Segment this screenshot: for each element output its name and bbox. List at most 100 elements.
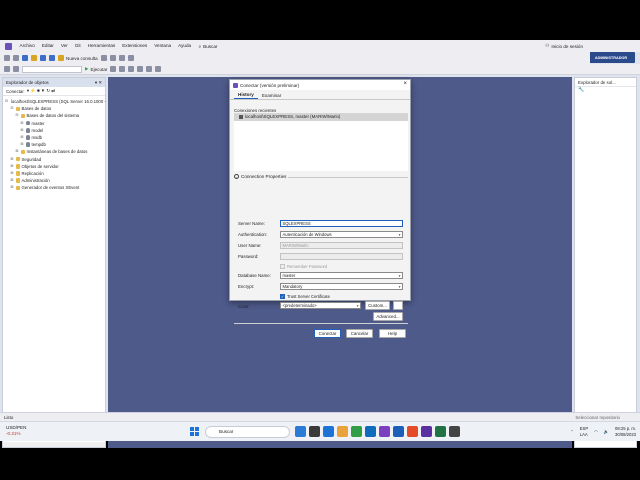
tab-examinar[interactable]: Examinar xyxy=(258,93,285,100)
stop-icon[interactable] xyxy=(110,66,117,72)
tree-node[interactable]: ⊟ Bases de datos del sistema xyxy=(3,112,105,119)
expand-icon[interactable]: ⊞ xyxy=(10,170,14,177)
taskbar-app-icon[interactable] xyxy=(323,426,334,437)
connect-icon[interactable] xyxy=(4,66,10,72)
windows-start-icon[interactable] xyxy=(190,427,199,436)
connection-properties-toggle[interactable]: ⌄ Connection Properties xyxy=(234,174,286,179)
menu-ayuda[interactable]: Ayuda xyxy=(175,40,195,52)
expand-icon[interactable]: ⊞ xyxy=(15,148,19,155)
save-icon[interactable] xyxy=(40,55,46,61)
indent-icon[interactable] xyxy=(155,66,162,72)
taskbar-app-icon[interactable] xyxy=(309,426,320,437)
menu-herramientas[interactable]: Herramientas xyxy=(84,40,119,52)
menu-ver[interactable]: Ver xyxy=(57,40,71,52)
disconnect-icon[interactable] xyxy=(13,66,19,72)
expand-icon[interactable]: ⊞ xyxy=(20,134,24,141)
expand-icon[interactable]: ⊞ xyxy=(10,177,14,184)
tree-node[interactable]: ⊞ Instantáneas de bases de datos xyxy=(3,148,105,155)
menu-ventana[interactable]: Ventana xyxy=(151,40,175,52)
wrench-icon[interactable]: 🔧 xyxy=(575,87,636,95)
taskbar-app-icon[interactable] xyxy=(295,426,306,437)
taskbar-app-icon[interactable] xyxy=(351,426,362,437)
encrypt-select[interactable]: Mandatory ▾ xyxy=(280,283,403,290)
open-folder-icon[interactable] xyxy=(31,55,37,61)
volume-icon[interactable]: 🔈 xyxy=(604,429,609,435)
connect-dropdown[interactable]: Conectar xyxy=(6,89,24,94)
taskbar-app-icon[interactable] xyxy=(393,426,404,437)
tree-node[interactable]: ⊞ msdb xyxy=(3,134,105,141)
login-link[interactable]: ⚇ Inicio de sesión xyxy=(545,43,583,49)
tree-node[interactable]: ⊞ Administración xyxy=(3,177,105,184)
clock[interactable]: 08:25 p. m. 30/08/2023 xyxy=(615,426,636,437)
parse-icon[interactable] xyxy=(119,66,126,72)
expand-icon[interactable]: ⊞ xyxy=(20,120,24,127)
tree-node[interactable]: ⊞ Seguridad xyxy=(3,156,105,163)
wifi-icon[interactable]: ◠ xyxy=(594,429,598,435)
collapse-icon[interactable]: ⊟ xyxy=(5,98,8,105)
collapse-icon[interactable]: ⊟ xyxy=(15,112,19,119)
undo-icon[interactable] xyxy=(109,55,116,61)
taskbar-app-icon[interactable] xyxy=(337,426,348,437)
cancel-button[interactable]: Cancelar xyxy=(346,329,373,338)
color-select[interactable]: <predeterminado> ▾ xyxy=(280,302,361,309)
menu-archivo[interactable]: Archivo xyxy=(16,40,38,52)
taskbar-search[interactable]: Buscar xyxy=(205,426,290,438)
new-item-icon[interactable] xyxy=(22,55,28,61)
taskbar-app-icon[interactable] xyxy=(379,426,390,437)
forward-icon[interactable] xyxy=(13,55,19,61)
custom-color-button[interactable]: Custom... xyxy=(365,301,390,310)
close-icon[interactable]: × xyxy=(403,81,407,87)
save-all-icon[interactable] xyxy=(49,55,55,61)
expand-icon[interactable]: ⊞ xyxy=(20,127,24,134)
database-name-select[interactable]: master ▾ xyxy=(280,272,403,279)
query-icon[interactable] xyxy=(100,55,107,61)
new-query-button[interactable]: Nueva consulta xyxy=(58,55,98,61)
tree-node[interactable]: ⊞ Generador de eventos XEvent xyxy=(3,184,105,191)
stock-widget[interactable]: USD/PEN -0.21% xyxy=(6,425,26,437)
color-swatch[interactable] xyxy=(393,301,403,310)
panel-controls-icon[interactable]: ▾ ✕ xyxy=(95,78,102,87)
taskbar-app-icon[interactable] xyxy=(435,426,446,437)
dropdown-icon[interactable] xyxy=(127,55,134,61)
comment-icon[interactable] xyxy=(146,66,153,72)
taskbar-app-icon[interactable] xyxy=(407,426,418,437)
database-selector[interactable] xyxy=(22,65,82,73)
db-icon xyxy=(25,135,30,140)
connect-button[interactable]: Conectar xyxy=(314,329,341,338)
recent-connection-item[interactable]: localhost\SQLEXPRESS, master (MARIW\Marl… xyxy=(234,113,408,121)
expand-icon[interactable]: ⊞ xyxy=(10,163,14,170)
chevron-up-icon[interactable]: ⌃ xyxy=(570,429,574,435)
authentication-select[interactable]: Autenticación de Windows ▾ xyxy=(280,231,403,238)
tree-node[interactable]: ⊟ Bases de datos xyxy=(3,105,105,112)
tree-node[interactable]: ⊟ localhost\SQLEXPRESS (SQL Server 16.0.1… xyxy=(3,98,106,105)
tab-history[interactable]: History xyxy=(234,92,258,99)
expand-icon[interactable]: ⊞ xyxy=(10,156,14,163)
collapse-icon[interactable]: ⊟ xyxy=(10,105,14,112)
results-grid-icon[interactable] xyxy=(128,66,135,72)
trust-certificate-checkbox[interactable]: ✓ Trust Server Certificate xyxy=(280,294,330,299)
menu-editar[interactable]: Editar xyxy=(38,40,57,52)
server-name-input[interactable]: SQLEXPRESS xyxy=(280,220,403,227)
global-search[interactable]: ⌕ Buscar xyxy=(199,44,218,49)
tree-node[interactable]: ⊞ model xyxy=(3,127,105,134)
tree-node[interactable]: ⊞ Objetos de servidor xyxy=(3,163,105,170)
help-button[interactable]: Help xyxy=(379,329,406,338)
tree-node[interactable]: ⊞ tempdb xyxy=(3,141,105,148)
expand-icon[interactable]: ⊞ xyxy=(10,184,14,191)
language-indicator[interactable]: ESP LAA xyxy=(580,426,588,437)
advanced-button[interactable]: Advanced... xyxy=(373,312,403,321)
execute-button[interactable]: ▶ Ejecutar xyxy=(85,66,107,72)
menu-git[interactable]: Git xyxy=(71,40,84,52)
horizontal-scrollbar[interactable] xyxy=(3,442,105,447)
menu-extensiones[interactable]: Extensiones xyxy=(119,40,151,52)
taskbar-app-icon[interactable] xyxy=(449,426,460,437)
results-text-icon[interactable] xyxy=(137,66,144,72)
taskbar-app-icon[interactable] xyxy=(421,426,432,437)
connect-toolbar-icons[interactable]: ▾ ⚡ ■ ▼ ↻ ⇄ xyxy=(27,88,55,94)
redo-icon[interactable] xyxy=(118,55,125,61)
taskbar-app-icon[interactable] xyxy=(365,426,376,437)
expand-icon[interactable]: ⊞ xyxy=(20,141,24,148)
back-icon[interactable] xyxy=(4,55,10,61)
tree-node[interactable]: ⊞ master xyxy=(3,120,105,127)
tree-node[interactable]: ⊞ Replicación xyxy=(3,170,105,177)
